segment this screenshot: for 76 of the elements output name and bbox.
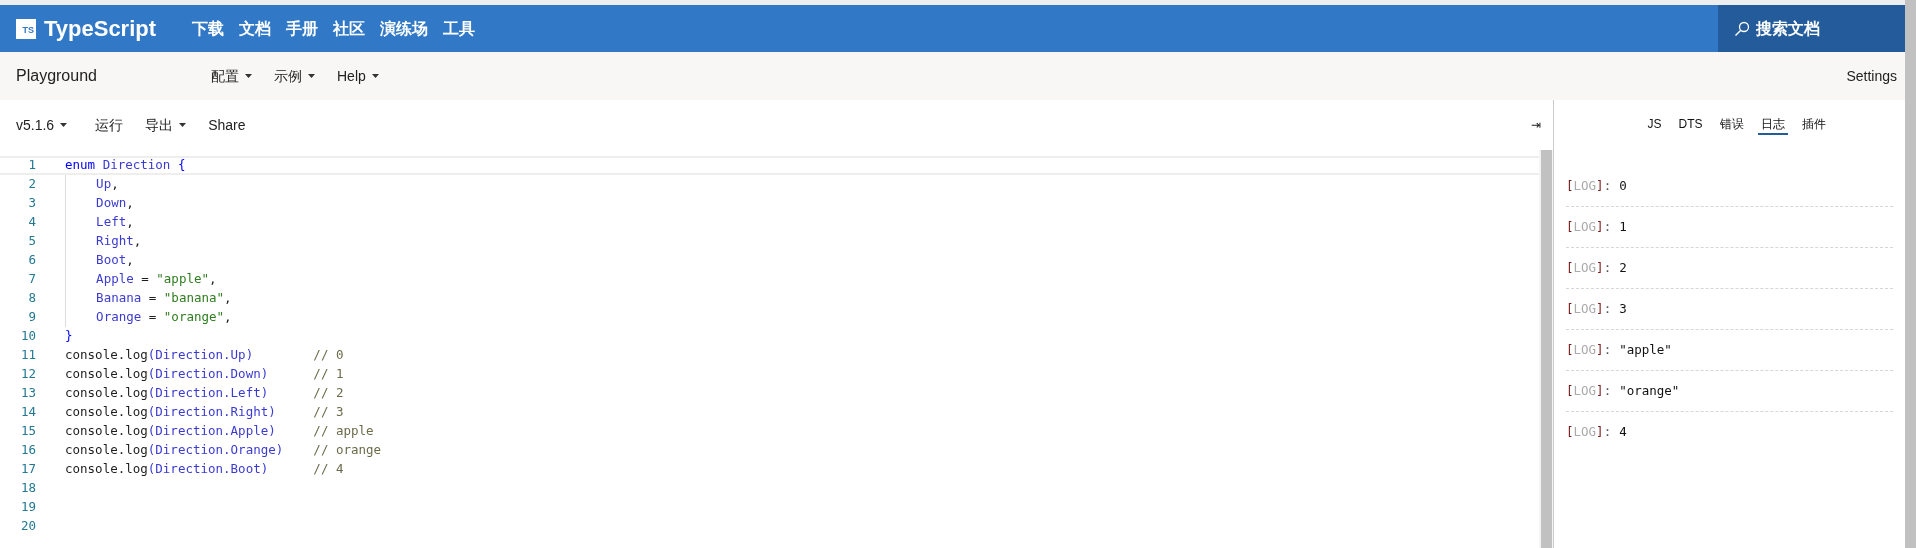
line-number: 2 — [27, 175, 36, 194]
code-line: console.log(Direction.Apple) // apple — [65, 422, 374, 441]
line-number: 14 — [19, 403, 36, 422]
share-button[interactable]: Share — [208, 114, 246, 136]
code-line: console.log(Direction.Left) // 2 — [65, 384, 344, 403]
collapse-button[interactable]: ⇥ — [1531, 116, 1541, 134]
line-number: 18 — [19, 479, 36, 498]
line-number: 3 — [27, 194, 36, 213]
line-number: 8 — [27, 289, 36, 308]
log-entry: [LOG]: 0 — [1566, 176, 1627, 195]
line-number: 19 — [19, 498, 36, 517]
search-bar[interactable]: 搜索文档 — [1718, 5, 1905, 52]
log-entry: [LOG]: "orange" — [1566, 381, 1680, 400]
code-line: Down, — [95, 194, 134, 213]
code-line: enum Direction { — [65, 156, 186, 175]
output-tab[interactable]: 插件 — [1798, 115, 1829, 135]
run-button[interactable]: 运行 — [95, 114, 124, 136]
code-line: Left, — [95, 213, 134, 232]
nav-link[interactable]: 工具 — [443, 16, 476, 41]
version-dropdown[interactable]: v5.1.6 — [16, 114, 68, 136]
output-tab[interactable]: DTS — [1675, 115, 1706, 135]
settings-link[interactable]: Settings — [1846, 65, 1897, 87]
caret-icon — [60, 123, 68, 127]
line-number: 6 — [27, 251, 36, 270]
line-number: 1 — [27, 156, 36, 175]
menu-dropdown[interactable]: 示例 — [274, 65, 315, 87]
line-number: 12 — [19, 365, 36, 384]
line-number: 9 — [27, 308, 36, 327]
line-number: 7 — [27, 270, 36, 289]
code-line: Boot, — [95, 251, 134, 270]
line-number: 4 — [27, 213, 36, 232]
code-line: Right, — [95, 232, 142, 251]
page-title: Playground — [16, 66, 98, 86]
code-line: } — [65, 327, 73, 346]
line-number: 20 — [19, 517, 36, 536]
code-line: Banana = "banana", — [95, 289, 232, 308]
code-line: console.log(Direction.Up) // 0 — [65, 346, 344, 365]
page-scrollbar[interactable] — [1905, 0, 1916, 548]
code-line: console.log(Direction.Down) // 1 — [65, 365, 344, 384]
nav-link[interactable]: 下载 — [192, 16, 225, 41]
nav-link[interactable]: 社区 — [333, 16, 366, 41]
line-number: 10 — [19, 327, 36, 346]
line-number: 17 — [19, 460, 36, 479]
line-number: 16 — [19, 441, 36, 460]
caret-icon — [371, 74, 379, 78]
search-field[interactable]: 搜索文档 — [1756, 16, 1896, 41]
brand-name[interactable]: TypeScript — [44, 12, 157, 45]
menu-dropdown[interactable]: Help — [337, 65, 379, 87]
nav-link[interactable]: 演练场 — [380, 16, 429, 41]
caret-icon — [179, 123, 187, 127]
caret-icon — [245, 74, 252, 78]
log-entry: [LOG]: 2 — [1566, 258, 1627, 277]
log-entry: [LOG]: 4 — [1566, 423, 1627, 442]
menu-dropdown[interactable]: 配置 — [211, 65, 252, 87]
line-number: 15 — [19, 422, 36, 441]
nav-link[interactable]: 手册 — [286, 16, 319, 41]
code-line: console.log(Direction.Right) // 3 — [65, 403, 344, 422]
log-entry: [LOG]: 3 — [1566, 299, 1627, 318]
logo-mark[interactable]: TS — [16, 18, 36, 39]
log-entry: [LOG]: "apple" — [1566, 340, 1672, 359]
line-number: 13 — [19, 384, 36, 403]
code-line: Up, — [95, 175, 119, 194]
log-entry: [LOG]: 1 — [1566, 217, 1627, 236]
output-tab[interactable]: 错误 — [1716, 115, 1747, 135]
caret-icon — [308, 74, 315, 78]
code-line: console.log(Direction.Boot) // 4 — [65, 460, 344, 479]
code-line: console.log(Direction.Orange) // orange — [65, 441, 382, 460]
output-tab[interactable]: 日志 — [1757, 115, 1788, 135]
code-line: Orange = "orange", — [95, 308, 232, 327]
line-number: 11 — [19, 346, 36, 365]
search-icon — [1734, 20, 1750, 37]
export-dropdown[interactable]: 导出 — [145, 114, 187, 136]
nav-link[interactable]: 文档 — [239, 16, 272, 41]
code-line: Apple = "apple", — [95, 270, 217, 289]
output-tab[interactable]: JS — [1644, 115, 1665, 135]
line-number: 5 — [27, 232, 36, 251]
